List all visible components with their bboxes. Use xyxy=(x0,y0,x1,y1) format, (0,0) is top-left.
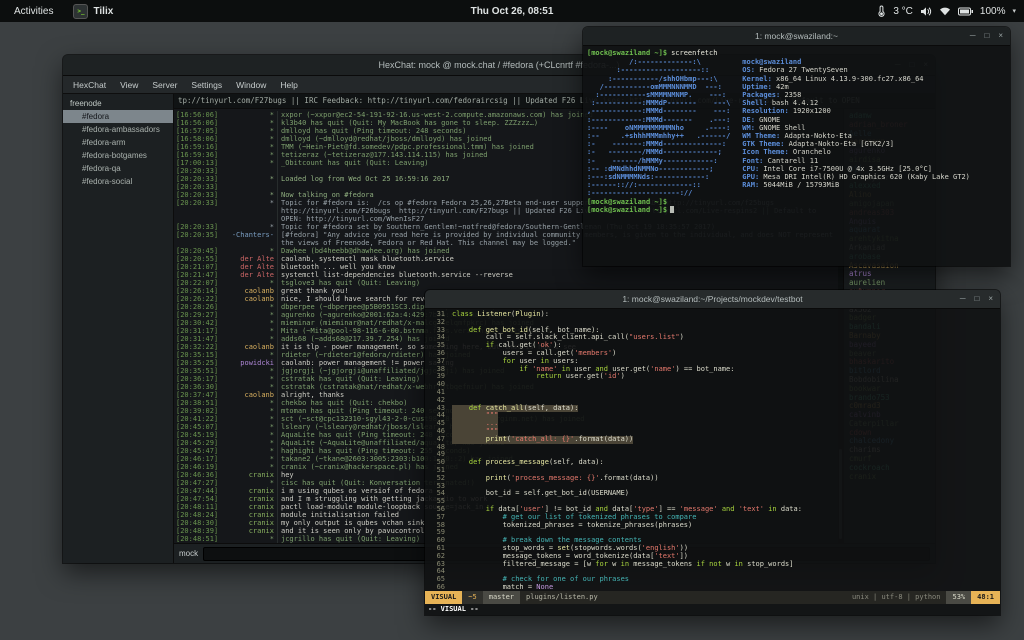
code-line: 52 print('process_message: {}'.format(da… xyxy=(427,475,1000,483)
shell-command-line: [mock@swaziland ~]$screenfetch xyxy=(587,49,1006,57)
activities-button[interactable]: Activities xyxy=(10,6,57,17)
statusline-segment: master xyxy=(483,591,520,604)
channel-tab-fedora[interactable]: #fedora xyxy=(63,110,173,123)
tilix-icon: >_ xyxy=(73,4,88,19)
desktop: Activities >_ Tilix Thu Oct 26, 08:51 3 … xyxy=(0,0,1024,640)
battery-icon xyxy=(958,7,973,16)
channel-tab-fedora-ambassadors[interactable]: #fedora-ambassadors xyxy=(63,123,173,136)
screenfetch-info-line: Uptime: 42m xyxy=(742,83,970,91)
statusline-segment: 48:1 xyxy=(971,591,1000,604)
code-line: 43 def catch_all(self, data): xyxy=(427,405,1000,413)
system-status-area[interactable]: 3 °C 100% ▾ xyxy=(877,0,1016,22)
menu-window[interactable]: Window xyxy=(230,79,272,91)
menu-settings[interactable]: Settings xyxy=(185,79,228,91)
code-area: 31class Listener(Plugin):3233 def get_bo… xyxy=(425,309,1000,591)
screenfetch-info-line: Kernel: x86_64 Linux 4.13.9-300.fc27.x86… xyxy=(742,75,970,83)
minimize-icon[interactable]: ─ xyxy=(970,32,976,40)
code-line: 58 tokenized_phrases = tokenize_phrases(… xyxy=(427,522,1000,530)
thermometer-icon xyxy=(877,5,886,17)
shell-prompt-active: [mock@swaziland ~]$ xyxy=(587,206,1006,214)
chat-message: [20:22:07]*tsglove3 has quit (Quit: Leav… xyxy=(176,279,838,287)
maximize-icon[interactable]: □ xyxy=(984,32,989,40)
close-icon[interactable]: × xyxy=(988,295,993,303)
code-line: 47 print('catch_all: {}'.format(data)) xyxy=(427,436,1000,444)
focused-app-indicator[interactable]: >_ Tilix xyxy=(73,4,113,19)
statusline-segment: VISUAL xyxy=(425,591,462,604)
code-line: 50 def process_message(self, data): xyxy=(427,459,1000,467)
close-icon[interactable]: × xyxy=(998,32,1003,40)
shell-prompt: [mock@swaziland ~]$ xyxy=(587,198,1006,206)
channel-tab-fedora-qa[interactable]: #fedora-qa xyxy=(63,162,173,175)
focused-app-name: Tilix xyxy=(93,6,113,17)
channel-tab-fedora-botgames[interactable]: #fedora-botgames xyxy=(63,149,173,162)
screenfetch-info-line: GTK Theme: Adapta-Nokto-Eta [GTK2/3] xyxy=(742,140,970,148)
code-line: 63 filtered_message = [w for w in messag… xyxy=(427,561,1000,569)
screenfetch-info-line: Packages: 2358 xyxy=(742,91,970,99)
screenfetch-info-line: GPU: Mesa DRI Intel(R) HD Graphics 620 (… xyxy=(742,173,970,181)
screenfetch-info: mock@swazilandOS: Fedora 27 TwentySevenK… xyxy=(742,58,970,197)
chevron-down-icon[interactable]: ▾ xyxy=(1012,7,1016,15)
code-line: 40 xyxy=(427,381,1000,389)
network-row-freenode[interactable]: freenode xyxy=(63,97,173,110)
channel-tab-fedora-social[interactable]: #fedora-social xyxy=(63,175,173,188)
terminal-vim-window: 1: mock@swaziland:~/Projects/mockdev/tes… xyxy=(425,290,1000,615)
screenfetch-info-line: Shell: bash 4.4.12 xyxy=(742,99,970,107)
code-line: 41 xyxy=(427,389,1000,397)
maximize-icon[interactable]: □ xyxy=(974,295,979,303)
terminal2-content[interactable]: 31class Listener(Plugin):3233 def get_bo… xyxy=(425,309,1000,615)
code-line: 31class Listener(Plugin): xyxy=(427,311,1000,319)
screenfetch-info-line: CPU: Intel Core i7-7500U @ 4x 3.5GHz [25… xyxy=(742,165,970,173)
statusline-segment: 53% xyxy=(946,591,971,604)
statusline-segment: unix | utf-8 | python xyxy=(846,591,947,604)
statusline-segment: plugins/listen.py xyxy=(520,591,846,604)
terminal-screenfetch-window: 1: mock@swaziland:~ ─ □ × [mock@swazilan… xyxy=(583,27,1010,266)
menu-view[interactable]: View xyxy=(114,79,144,91)
screenfetch-info-line: RAM: 5044MiB / 15793MiB xyxy=(742,181,970,189)
menu-server[interactable]: Server xyxy=(146,79,183,91)
screenfetch-info-line: WM: GNOME Shell xyxy=(742,124,970,132)
screenfetch-info-line: Icon Theme: Oranchelo xyxy=(742,148,970,156)
terminal-cursor xyxy=(670,206,674,213)
code-line: 45 ... xyxy=(427,420,1000,428)
statusline-segment: ~5 xyxy=(462,591,482,604)
vim-mode-indicator: -- VISUAL -- xyxy=(425,604,1000,615)
code-line: 44 """ xyxy=(427,412,1000,420)
screenfetch-info-line: OS: Fedora 27 TwentySeven xyxy=(742,66,970,74)
screenfetch-info-line: Resolution: 1920x1200 xyxy=(742,107,970,115)
fedora-ascii-art: /:-------------:\ :-------------------::… xyxy=(587,58,730,197)
clock[interactable]: Thu Oct 26, 08:51 xyxy=(471,6,554,17)
temperature-reading: 3 °C xyxy=(893,6,913,17)
screenfetch-info-line: WM Theme: Adapta-Nokto-Eta xyxy=(742,132,970,140)
screenfetch-info-line: mock@swaziland xyxy=(742,58,970,66)
volume-icon xyxy=(920,6,932,17)
code-line: 39 return user.get('id') xyxy=(427,373,1000,381)
code-line: 54 bot_id = self.get_bot_id(USERNAME) xyxy=(427,490,1000,498)
vim-statusline: VISUAL~5masterplugins/listen.pyunix | ut… xyxy=(425,591,1000,604)
channel-tree: freenode#fedora#fedora-ambassadors#fedor… xyxy=(63,94,174,563)
terminal2-titlebar[interactable]: 1: mock@swaziland:~/Projects/mockdev/tes… xyxy=(425,290,1000,309)
chat-message: [20:21:47]der Altesystemctl list-depende… xyxy=(176,271,838,279)
terminal1-content[interactable]: [mock@swaziland ~]$screenfetch /:-------… xyxy=(583,46,1010,266)
terminal1-titlebar[interactable]: 1: mock@swaziland:~ ─ □ × xyxy=(583,27,1010,46)
terminal1-title: 1: mock@swaziland:~ xyxy=(755,31,838,41)
menu-hexchat[interactable]: HexChat xyxy=(67,79,112,91)
own-nick-label: mock xyxy=(179,549,198,558)
terminal2-title: 1: mock@swaziland:~/Projects/mockdev/tes… xyxy=(622,294,802,304)
menu-help[interactable]: Help xyxy=(274,79,303,91)
screenfetch-info-line: Font: Cantarell 11 xyxy=(742,157,970,165)
code-line: 66 match = None xyxy=(427,584,1000,591)
screenfetch-info-line: DE: GNOME xyxy=(742,116,970,124)
channel-tab-fedora-arm[interactable]: #fedora-arm xyxy=(63,136,173,149)
code-line: 48 xyxy=(427,444,1000,452)
top-bar: Activities >_ Tilix Thu Oct 26, 08:51 3 … xyxy=(0,0,1024,22)
minimize-icon[interactable]: ─ xyxy=(960,295,966,303)
battery-percentage: 100% xyxy=(980,6,1006,17)
network-icon xyxy=(939,6,951,16)
